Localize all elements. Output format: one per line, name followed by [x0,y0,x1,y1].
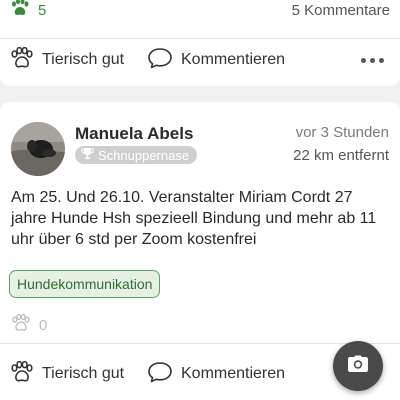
comments-count[interactable]: 5 Kommentare [292,2,390,19]
comment-label: Kommentieren [181,51,286,68]
post-card-previous: 5 5 Kommentare Tierisch gut Kommentieren [0,0,400,86]
paw-outline-icon [10,46,34,74]
likes-count: 5 [38,1,47,19]
paw-icon [10,0,30,21]
avatar[interactable] [11,122,65,176]
post-actions: Tierisch gut Kommentieren [0,39,400,81]
like-button[interactable]: Tierisch gut [10,46,125,74]
post-text: Am 25. Und 26.10. Veranstalter Miriam Co… [11,189,377,248]
author-name[interactable]: Manuela Abels [75,124,193,144]
like-label: Tierisch gut [42,51,125,68]
trophy-icon [81,147,94,163]
camera-icon [347,355,369,378]
comment-icon [147,47,173,74]
badge-label: Schnuppernase [98,147,190,163]
likes-summary[interactable]: 0 [11,313,48,336]
comment-label: Kommentieren [181,365,286,382]
user-badge: Schnuppernase [75,146,198,164]
likes-count: 0 [39,316,48,334]
more-icon[interactable] [356,48,388,72]
post-time: vor 3 Stunden [295,124,389,141]
post-stats-row: 5 5 Kommentare [10,0,390,20]
like-button[interactable]: Tierisch gut [10,360,125,388]
like-label: Tierisch gut [42,365,125,382]
likes-summary[interactable]: 5 [10,0,46,21]
paw-outline-icon [10,360,34,388]
feed: 5 5 Kommentare Tierisch gut Kommentieren… [0,0,400,400]
post-distance: 22 km entfernt [293,147,389,164]
camera-button[interactable] [333,341,383,391]
divider [0,343,400,344]
comment-button[interactable]: Kommentieren [147,47,285,74]
topic-tag[interactable]: Hundekommunikation [9,270,161,298]
comment-icon [147,361,173,388]
comment-button[interactable]: Kommentieren [147,361,285,388]
paw-outline-icon [11,313,31,336]
